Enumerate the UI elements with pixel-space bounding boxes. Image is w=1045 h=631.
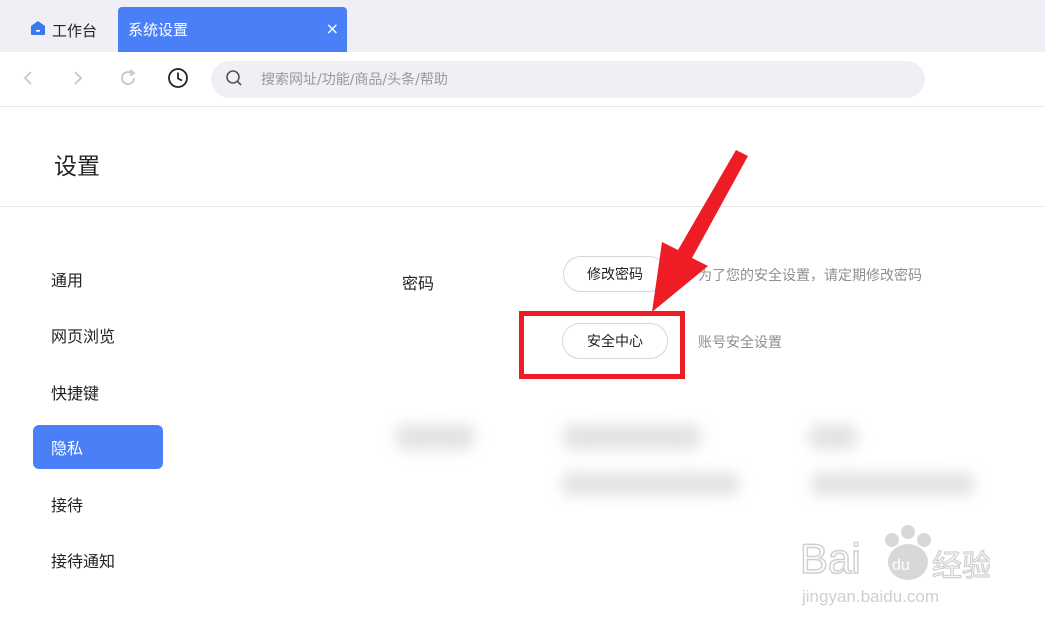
chevron-right-icon — [70, 70, 86, 90]
history-button[interactable] — [164, 66, 192, 94]
tab-bar: 工作台 系统设置 × — [0, 0, 1045, 52]
back-button[interactable] — [14, 66, 42, 94]
close-icon[interactable]: × — [326, 19, 339, 39]
password-section-label: 密码 — [402, 274, 435, 293]
annotation-arrow-icon — [652, 150, 748, 312]
svg-text:Bai: Bai — [800, 535, 861, 582]
security-center-hint: 账号安全设置 — [698, 335, 782, 351]
sidebar-item-privacy[interactable]: 隐私 — [33, 425, 163, 469]
home-icon — [30, 20, 46, 40]
forward-button[interactable] — [64, 66, 92, 94]
settings-header: 设置 — [0, 107, 1045, 207]
svg-text:经验: 经验 — [932, 549, 990, 584]
tab-workbench-label: 工作台 — [52, 21, 98, 40]
tab-system-settings[interactable]: 系统设置 × — [118, 7, 347, 52]
sidebar-item-reception-notice[interactable]: 接待通知 — [33, 538, 163, 582]
tab-workbench[interactable]: 工作台 — [30, 10, 97, 50]
reload-button[interactable] — [114, 66, 142, 94]
nav-bar — [0, 52, 1045, 107]
chevron-left-icon — [20, 70, 36, 90]
baidu-jingyan-watermark: Bai du 经验 jingyan.baidu.com — [799, 518, 993, 612]
sidebar-item-reception[interactable]: 接待 — [33, 482, 163, 526]
tab-system-settings-label: 系统设置 — [128, 21, 189, 39]
search-input[interactable] — [261, 71, 861, 88]
search-bar[interactable] — [211, 61, 925, 98]
sidebar-item-browsing[interactable]: 网页浏览 — [33, 313, 163, 357]
svg-text:jingyan.baidu.com: jingyan.baidu.com — [801, 587, 939, 606]
highlight-box — [519, 311, 685, 379]
reload-icon — [118, 68, 138, 92]
search-icon — [225, 69, 243, 91]
svg-text:du: du — [892, 557, 910, 574]
sidebar-item-general[interactable]: 通用 — [33, 257, 163, 301]
sidebar-item-shortcuts[interactable]: 快捷键 — [33, 370, 163, 414]
page-title: 设置 — [54, 154, 100, 180]
clock-icon — [167, 67, 189, 93]
